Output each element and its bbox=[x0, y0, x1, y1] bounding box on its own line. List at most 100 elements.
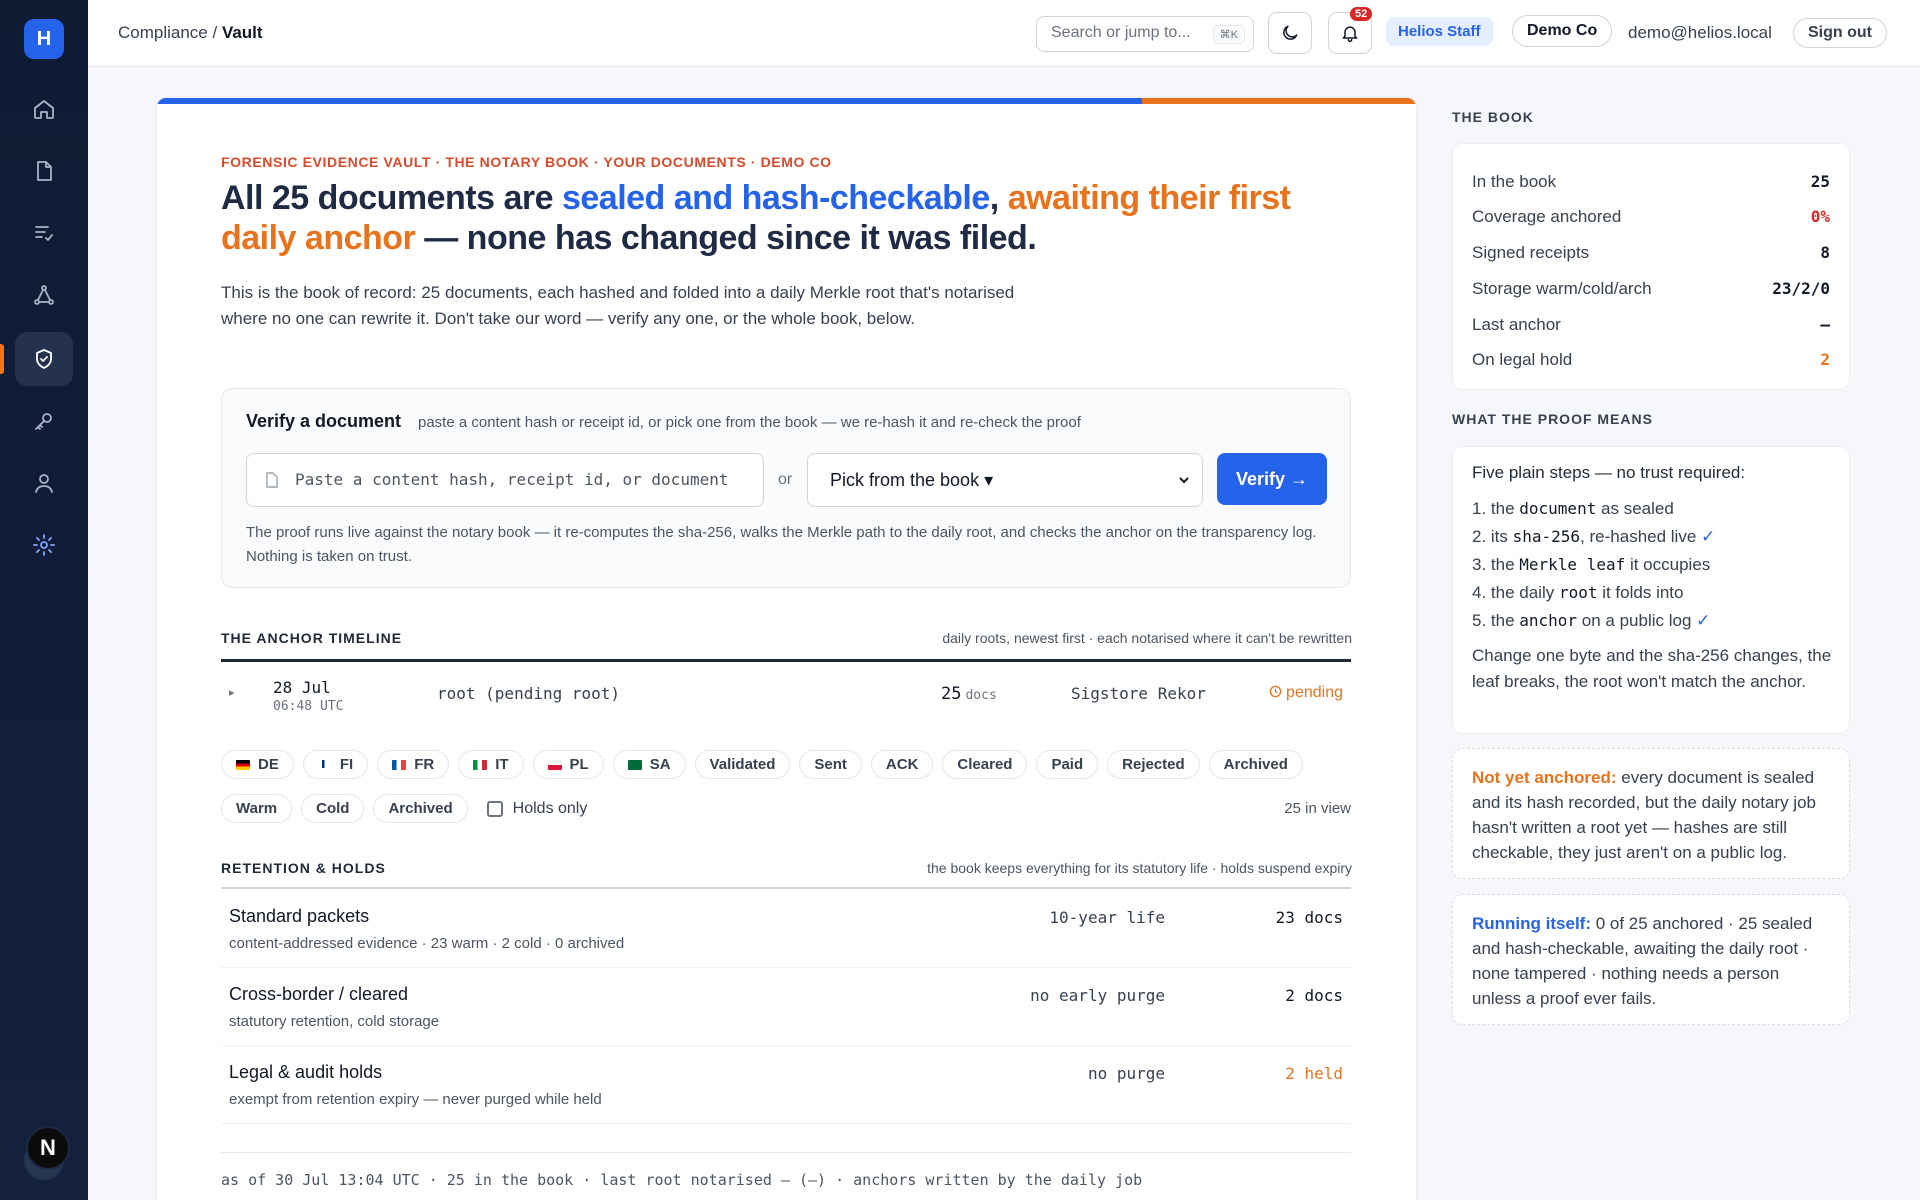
sidebar-item-vault[interactable] bbox=[15, 332, 73, 386]
proof-step-pre: 3. the bbox=[1472, 555, 1520, 574]
verify-panel: Verify a document paste a content hash o… bbox=[221, 388, 1351, 588]
verify-button[interactable]: Verify → bbox=[1217, 453, 1327, 505]
filter-chip-status-validated[interactable]: Validated bbox=[694, 750, 791, 779]
network-icon bbox=[34, 285, 54, 305]
filter-chip-status-paid[interactable]: Paid bbox=[1036, 750, 1099, 779]
key-icon bbox=[35, 413, 52, 430]
home-icon bbox=[34, 100, 54, 119]
filter-chip-status-archived[interactable]: Archived bbox=[1208, 750, 1303, 779]
expand-icon[interactable]: ▸ bbox=[229, 686, 235, 699]
book-picker-label: Pick from the book ▾ bbox=[830, 470, 994, 490]
retention-life: no early purge bbox=[1030, 986, 1165, 1005]
list-check-icon bbox=[35, 226, 53, 241]
app-logo[interactable]: H bbox=[24, 19, 64, 59]
retention-name: Legal & audit holds bbox=[229, 1062, 383, 1082]
retention-hint: the book keeps everything for its statut… bbox=[927, 860, 1352, 876]
sidebar-item-keys[interactable] bbox=[15, 394, 73, 448]
filter-chip-tier-cold[interactable]: Cold bbox=[301, 794, 365, 823]
filter-chip-country-sa[interactable]: SA bbox=[612, 750, 686, 779]
flag-pl-icon bbox=[547, 759, 562, 770]
checkbox-box[interactable] bbox=[486, 800, 503, 817]
sidebar: H N bbox=[0, 0, 88, 1200]
filter-chip-country-de[interactable]: DE bbox=[221, 750, 294, 779]
sidebar-item-settings[interactable] bbox=[15, 518, 73, 572]
holds-only-checkbox[interactable]: Holds only bbox=[486, 799, 588, 818]
proof-step-code: sha-256 bbox=[1512, 527, 1581, 546]
filter-chips-row-2: Warm Cold Archived Holds only 25 in view bbox=[221, 794, 1351, 823]
or-label: or bbox=[778, 471, 793, 488]
timeline-docs-unit: docs bbox=[965, 688, 997, 703]
retention-name: Cross-border / cleared bbox=[229, 984, 409, 1004]
breadcrumb: Compliance / Vault bbox=[118, 23, 263, 43]
sidebar-item-lists[interactable] bbox=[15, 206, 73, 260]
stat-value: 0% bbox=[1810, 207, 1830, 226]
book-title: THE BOOK bbox=[1452, 109, 1534, 125]
proof-step-code: document bbox=[1519, 499, 1597, 518]
org-switcher-button[interactable]: Demo Co bbox=[1512, 15, 1613, 47]
filter-chip-status-cleared[interactable]: Cleared bbox=[942, 750, 1028, 779]
moon-icon bbox=[1283, 25, 1298, 40]
user-icon bbox=[35, 474, 53, 493]
timeline-row[interactable]: ▸ 28 Jul 06:48 UTC root (pending root) 2… bbox=[221, 662, 1351, 722]
document-icon bbox=[266, 472, 278, 488]
retention-title: RETENTION & HOLDS bbox=[221, 860, 386, 876]
chip-label: PL bbox=[569, 756, 589, 773]
stat-value: — bbox=[1820, 315, 1830, 334]
staff-badge[interactable]: Helios Staff bbox=[1386, 17, 1493, 46]
filter-chip-country-fi[interactable]: FI bbox=[302, 750, 369, 779]
headline-part-end: — none has changed since it was filed. bbox=[415, 219, 1037, 257]
proof-step: 5. the anchor on a public log ✓ bbox=[1472, 611, 1710, 631]
verify-note: The proof runs live against the notary b… bbox=[246, 524, 1317, 565]
filter-chip-country-fr[interactable]: FR bbox=[377, 750, 450, 779]
filter-chip-tier-warm[interactable]: Warm bbox=[221, 794, 293, 823]
status-badge: pending bbox=[1269, 684, 1343, 702]
sidebar-item-network[interactable] bbox=[15, 268, 73, 322]
chip-label: FI bbox=[339, 756, 354, 773]
breadcrumb-parent[interactable]: Compliance bbox=[118, 23, 208, 42]
search-input[interactable]: Search or jump to... ⌘K bbox=[1036, 16, 1254, 52]
breadcrumb-separator: / bbox=[207, 23, 222, 42]
document-icon bbox=[37, 161, 52, 181]
theme-toggle-button[interactable] bbox=[1268, 12, 1312, 54]
flag-fi-icon bbox=[317, 759, 332, 770]
timeline-title: THE ANCHOR TIMELINE bbox=[221, 630, 403, 646]
vault-card: FORENSIC EVIDENCE VAULT · THE NOTARY BOO… bbox=[156, 97, 1417, 1200]
filter-chip-tier-archived[interactable]: Archived bbox=[373, 794, 468, 823]
clock-icon bbox=[1269, 685, 1281, 698]
sidebar-item-documents[interactable] bbox=[15, 144, 73, 198]
stat-in-book: In the book 25 bbox=[1472, 164, 1830, 200]
holds-only-label: Holds only bbox=[512, 799, 588, 817]
filter-chip-status-ack[interactable]: ACK bbox=[870, 750, 934, 779]
verify-title: Verify a document bbox=[246, 411, 402, 431]
search-shortcut: ⌘K bbox=[1212, 25, 1245, 44]
user-avatar[interactable]: N bbox=[26, 1126, 70, 1170]
filter-chip-country-it[interactable]: IT bbox=[458, 750, 524, 779]
search-placeholder: Search or jump to... bbox=[1051, 24, 1191, 41]
hash-input[interactable]: Paste a content hash, receipt id, or doc… bbox=[246, 453, 764, 507]
proof-step-code: root bbox=[1558, 583, 1598, 602]
sign-out-button[interactable]: Sign out bbox=[1793, 18, 1887, 48]
verify-hint: paste a content hash or receipt id, or p… bbox=[418, 414, 1081, 431]
shield-check-icon bbox=[36, 349, 52, 369]
stat-label: In the book bbox=[1472, 172, 1557, 191]
book-stats-card: In the book 25 Coverage anchored 0% Signed… bbox=[1452, 143, 1850, 390]
stat-value: 2 bbox=[1820, 350, 1830, 369]
proof-step-pre: 5. the bbox=[1472, 611, 1520, 630]
proof-step-post: it folds into bbox=[1597, 583, 1684, 602]
sidebar-item-users[interactable] bbox=[15, 456, 73, 510]
timeline-hint: daily roots, newest first · each notaris… bbox=[942, 630, 1352, 646]
progress-bar-pending bbox=[1142, 98, 1416, 104]
filter-chip-country-pl[interactable]: PL bbox=[532, 750, 604, 779]
book-picker-select[interactable]: Pick from the book ▾ bbox=[807, 453, 1203, 507]
proof-step: 1. the document as sealed bbox=[1472, 499, 1674, 519]
sidebar-item-home[interactable] bbox=[15, 82, 73, 136]
filter-chip-status-rejected[interactable]: Rejected bbox=[1107, 750, 1200, 779]
proof-step-post: it occupies bbox=[1625, 555, 1711, 574]
table-row: Cross-border / cleared statutory retenti… bbox=[221, 968, 1351, 1046]
page-title: All 25 documents are sealed and hash-che… bbox=[221, 178, 1371, 258]
running-itself-notice: Running itself: 0 of 25 anchored · 25 se… bbox=[1452, 894, 1850, 1025]
proof-step: 3. the Merkle leaf it occupies bbox=[1472, 555, 1710, 575]
table-row: Standard packets content-addressed evide… bbox=[221, 890, 1351, 968]
retention-count: 2 held bbox=[1285, 1064, 1343, 1083]
filter-chip-status-sent[interactable]: Sent bbox=[799, 750, 862, 779]
